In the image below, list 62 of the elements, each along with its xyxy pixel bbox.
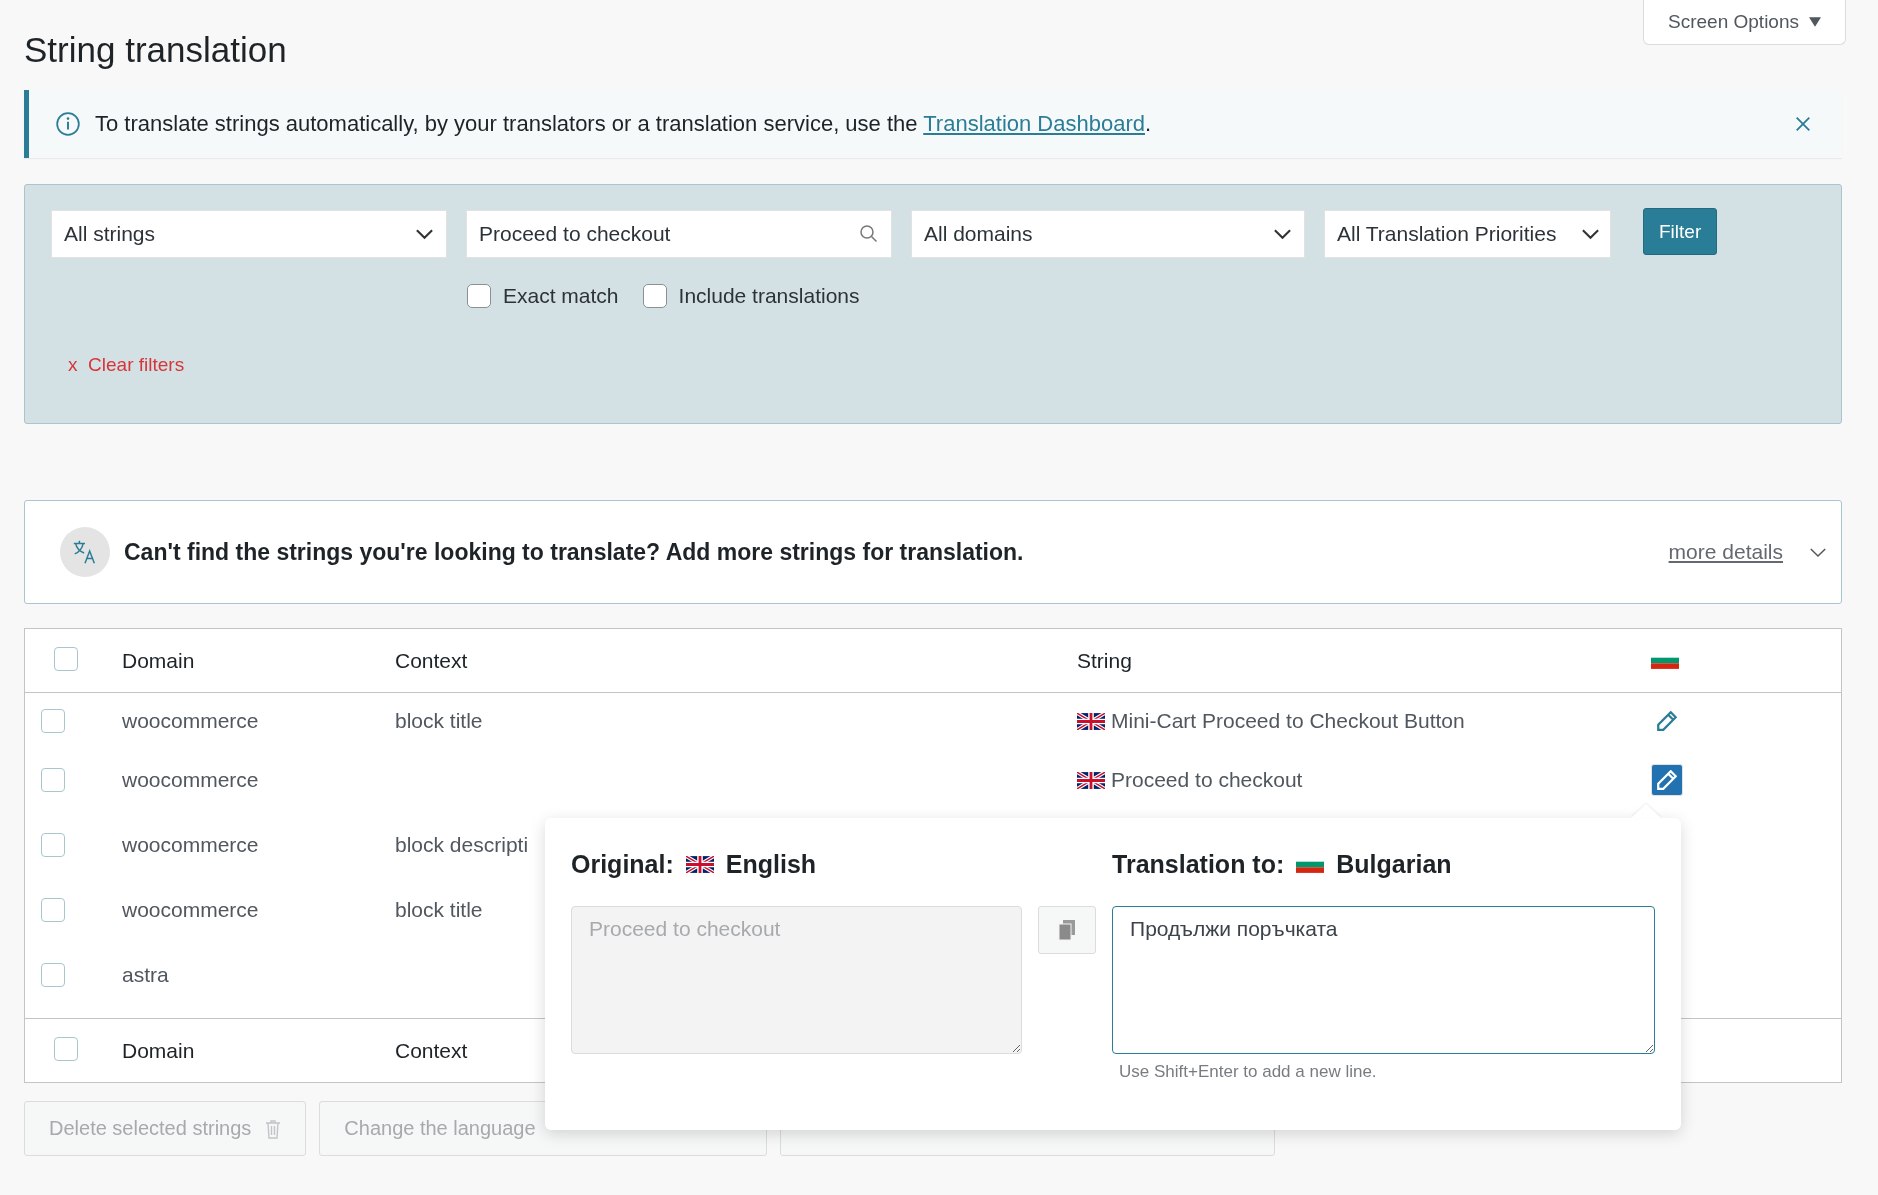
priority-select[interactable]: All Translation Priorities: [1324, 210, 1611, 258]
original-label: Original:: [571, 849, 674, 879]
domain-select[interactable]: All domains: [911, 210, 1305, 258]
chevron-down-icon: [1581, 228, 1600, 240]
uk-flag-icon: [1077, 771, 1105, 789]
search-field[interactable]: Proceed to checkout: [466, 210, 892, 258]
option-label: Include translations: [678, 284, 860, 308]
checkbox[interactable]: [54, 646, 78, 671]
checkbox[interactable]: [41, 709, 65, 733]
more-details-link[interactable]: more details: [1668, 540, 1783, 564]
checkbox[interactable]: [41, 898, 65, 922]
language-name: English: [725, 849, 817, 879]
pencil-icon: [1657, 770, 1677, 790]
filter-button[interactable]: Filter: [1643, 208, 1718, 255]
copy-button[interactable]: [1038, 906, 1097, 954]
table-cell-text: block title: [395, 708, 484, 733]
add-strings-text: Can't find the strings you're looking to translate? Add more strings for translation.: [124, 538, 1025, 566]
clear-filters-link[interactable]: x Clear filters: [68, 354, 185, 376]
language-name: Bulgarian: [1336, 849, 1452, 879]
page-title: String translation: [24, 30, 287, 70]
trash-icon: [265, 1118, 282, 1139]
checkbox[interactable]: [41, 833, 65, 857]
checkbox[interactable]: [642, 284, 667, 308]
search-icon: [859, 224, 879, 244]
table-cell-text: woocommerce: [122, 832, 260, 857]
chevron-down-icon: [415, 228, 434, 240]
edit-button[interactable]: [1651, 764, 1683, 796]
column-header: Context: [395, 1038, 469, 1063]
table-cell-text: woocommerce: [122, 767, 260, 792]
copy-icon: [1057, 919, 1078, 941]
translation-label: Translation to:: [1112, 849, 1285, 879]
translation-dashboard-link[interactable]: Translation Dashboard: [923, 111, 1145, 136]
hint-text: Use Shift+Enter to add a new line.: [1118, 1062, 1378, 1082]
checkbox[interactable]: [54, 1036, 78, 1061]
column-header: Domain: [122, 648, 196, 673]
translate-icon: [60, 527, 110, 577]
uk-flag-icon: [685, 855, 714, 873]
uk-flag-icon: [1077, 712, 1105, 730]
checkbox[interactable]: [41, 963, 65, 987]
checkbox[interactable]: [41, 768, 65, 792]
close-icon[interactable]: [1794, 115, 1812, 133]
translation-field[interactable]: Продължи поръчката: [1112, 906, 1655, 1054]
option-label: Exact match: [503, 284, 619, 308]
table-cell-text: woocommerce: [122, 897, 260, 922]
info-icon: [55, 111, 81, 137]
column-header: Context: [395, 648, 469, 673]
screen-options-button[interactable]: Screen Options: [1643, 0, 1846, 45]
checkbox[interactable]: [467, 284, 491, 308]
chevron-down-icon[interactable]: [1809, 546, 1827, 558]
chevron-down-icon: [1273, 228, 1292, 240]
column-header: Domain: [122, 1038, 196, 1063]
string-status-select[interactable]: All strings: [51, 210, 447, 258]
table-cell: Mini-Cart Proceed to Checkout Button: [1111, 709, 1465, 733]
table-cell-text: woocommerce: [122, 708, 260, 733]
pencil-icon: [1657, 711, 1677, 731]
table-cell-text: astra: [122, 962, 170, 987]
table-cell-text: block descripti: [395, 832, 530, 857]
caret-icon: [1809, 17, 1821, 27]
column-header: String: [1077, 648, 1133, 673]
notice-text: To translate strings automatically, by your translators or a translation service, use the Translation Dashboard.: [95, 111, 1153, 137]
table-cell-text: block title: [395, 897, 484, 922]
table-cell: Proceed to checkout: [1111, 768, 1303, 792]
